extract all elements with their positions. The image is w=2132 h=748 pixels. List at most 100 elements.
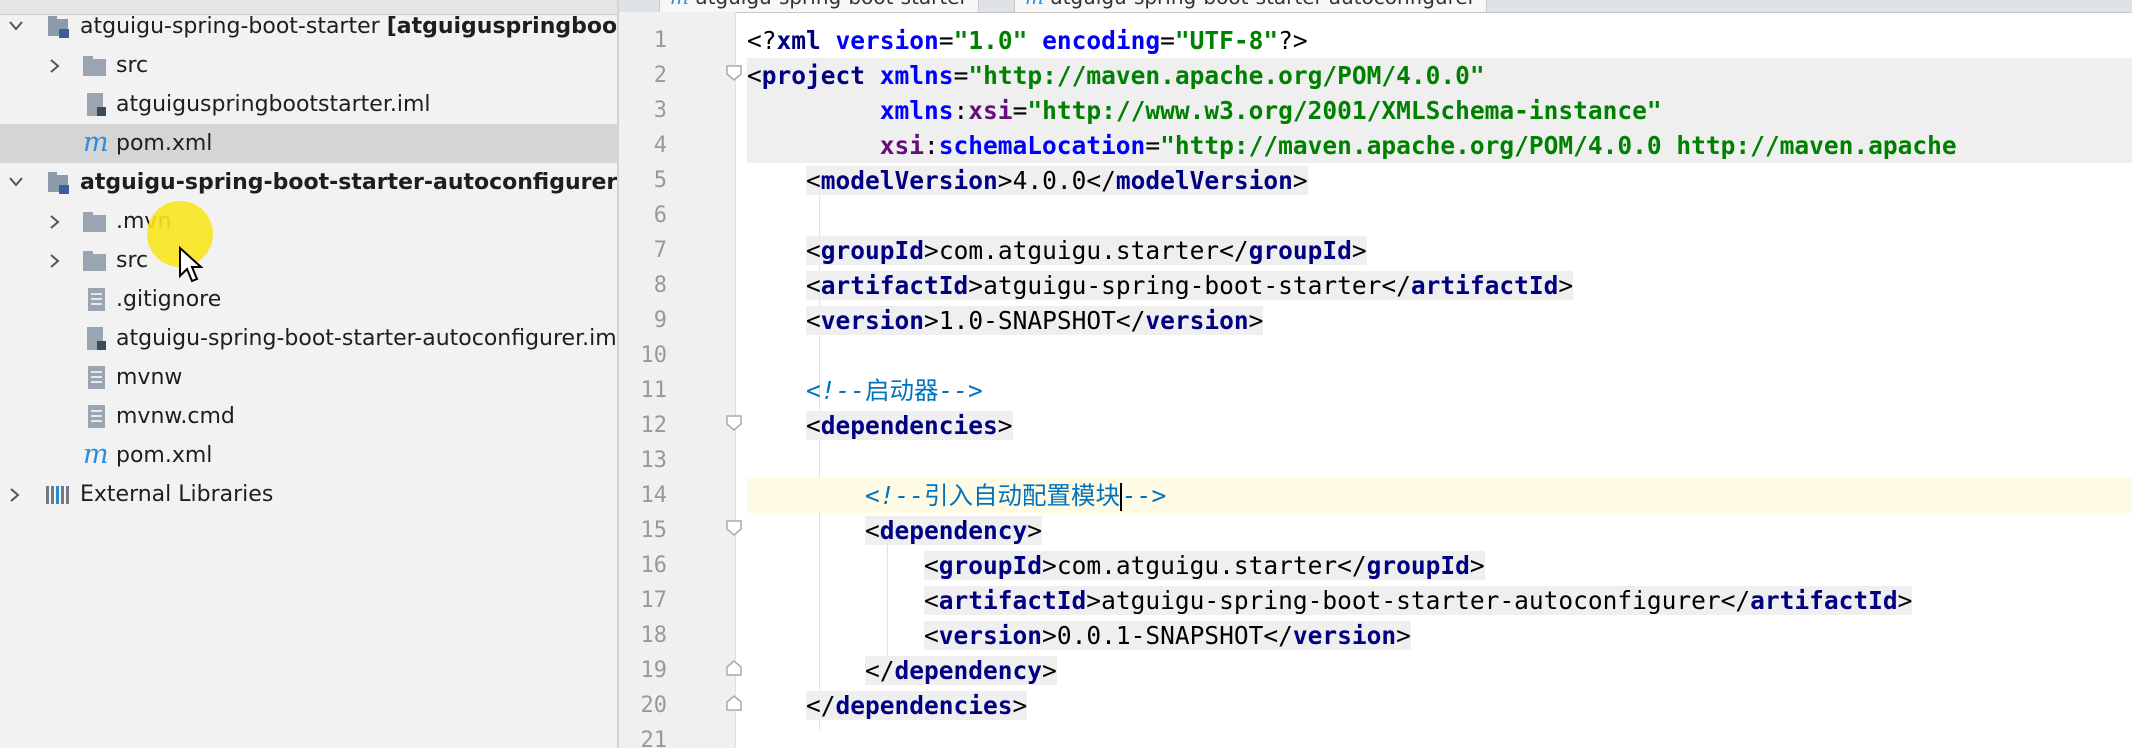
- chevron-right-icon[interactable]: [8, 487, 22, 502]
- tree-item-mvn-folder[interactable]: .mvn: [0, 202, 617, 241]
- line-number: 5: [653, 168, 667, 193]
- code-line-2[interactable]: <project xmlns="http://maven.apache.org/…: [747, 58, 2132, 93]
- line-number: 2: [653, 63, 667, 88]
- folder-icon: [82, 209, 108, 235]
- tree-item-label: External Libraries: [80, 482, 274, 507]
- fold-icon[interactable]: [725, 694, 743, 712]
- maven-icon: m: [83, 127, 109, 158]
- code-line-13[interactable]: [747, 443, 2132, 478]
- tree-item-label: pom.xml: [116, 443, 213, 468]
- module-icon: [46, 14, 72, 40]
- tree-item-iml[interactable]: atguigu-spring-boot-starter-autoconfigur…: [0, 319, 617, 358]
- line-number: 11: [640, 378, 668, 403]
- line-number: 20: [640, 693, 668, 718]
- tree-item-label: mvnw: [116, 365, 183, 390]
- line-number: 8: [653, 273, 667, 298]
- line-number: 10: [640, 343, 668, 368]
- line-number: 21: [640, 728, 668, 748]
- tab-label: atguigu-spring-boot-starter-autoconfigur…: [1050, 0, 1476, 9]
- file-icon: [84, 92, 110, 118]
- code-line-12[interactable]: <dependencies>: [747, 408, 2132, 443]
- line-number: 19: [640, 658, 668, 683]
- fold-icon[interactable]: [725, 659, 743, 677]
- fold-icon[interactable]: [725, 519, 743, 537]
- line-number: 9: [653, 308, 667, 333]
- maven-icon: m: [1025, 0, 1044, 9]
- tree-item-label: src: [116, 53, 149, 78]
- tree-item-iml[interactable]: atguiguspringbootstarter.iml: [0, 85, 617, 124]
- file-icon: [84, 287, 110, 313]
- line-number: 3: [653, 98, 667, 123]
- chevron-down-icon[interactable]: [8, 175, 23, 189]
- line-number: 4: [653, 133, 667, 158]
- tree-item-label: src: [116, 248, 149, 273]
- project-tree: atguigu-spring-boot-starter [atguiguspri…: [0, 0, 619, 748]
- code-line-1[interactable]: <?xml version="1.0" encoding="UTF-8"?>: [747, 23, 2132, 58]
- code-line-14[interactable]: <!--引入自动配置模块-->: [747, 478, 2132, 513]
- code-line-17[interactable]: <artifactId>atguigu-spring-boot-starter-…: [747, 583, 2132, 618]
- code-line-8[interactable]: <artifactId>atguigu-spring-boot-starter<…: [747, 268, 2132, 303]
- tree-item-pom-xml[interactable]: m pom.xml: [0, 436, 617, 475]
- tree-item-src[interactable]: src: [0, 241, 617, 280]
- tree-item-label: pom.xml: [116, 131, 213, 156]
- tree-item-label: atguigu-spring-boot-starter-autoconfigur…: [116, 326, 617, 351]
- line-number: 16: [640, 553, 668, 578]
- tree-item-module-starter[interactable]: atguigu-spring-boot-starter [atguiguspri…: [0, 7, 617, 46]
- tree-item-mvnw[interactable]: mvnw: [0, 358, 617, 397]
- code-line-6[interactable]: [747, 198, 2132, 233]
- maven-icon: m: [83, 439, 109, 470]
- tab-label: atguigu-spring-boot-starter: [695, 0, 967, 9]
- module-icon: [46, 170, 72, 196]
- chevron-down-icon[interactable]: [8, 19, 23, 33]
- fold-icon[interactable]: [725, 64, 743, 82]
- tree-item-label: atguigu-spring-boot-starter-autoconfigur…: [80, 170, 618, 195]
- fold-icon[interactable]: [725, 414, 743, 432]
- tree-item-external-libraries[interactable]: External Libraries: [0, 475, 617, 514]
- code-line-18[interactable]: <version>0.0.1-SNAPSHOT</version>: [747, 618, 2132, 653]
- line-number: 17: [640, 588, 668, 613]
- code-line-19[interactable]: </dependency>: [747, 653, 2132, 688]
- tree-item-label: mvnw.cmd: [116, 404, 235, 429]
- editor-tabs: m atguigu-spring-boot-starter m atguigu-…: [619, 0, 2132, 13]
- code-line-15[interactable]: <dependency>: [747, 513, 2132, 548]
- line-number: 15: [640, 518, 668, 543]
- folder-icon: [82, 53, 108, 79]
- chevron-right-icon[interactable]: [48, 58, 62, 73]
- code-line-20[interactable]: </dependencies>: [747, 688, 2132, 723]
- tree-item-mvnw-cmd[interactable]: mvnw.cmd: [0, 397, 617, 436]
- libraries-icon: [44, 482, 70, 508]
- tree-item-src[interactable]: src: [0, 46, 617, 85]
- maven-icon: m: [670, 0, 689, 9]
- line-number: 1: [653, 28, 667, 53]
- tab-autoconfigurer-pom[interactable]: m atguigu-spring-boot-starter-autoconfig…: [1014, 0, 1487, 13]
- tree-item-module-name: [atguiguspringboot: [386, 14, 619, 39]
- code-line-10[interactable]: [747, 338, 2132, 373]
- mouse-pointer-icon: [179, 246, 204, 283]
- tree-item-module-autoconfigurer[interactable]: atguigu-spring-boot-starter-autoconfigur…: [0, 163, 617, 202]
- line-number: 12: [640, 413, 668, 438]
- code-line-9[interactable]: <version>1.0-SNAPSHOT</version>: [747, 303, 2132, 338]
- tree-item-label: atguigu-spring-boot-starter: [80, 14, 380, 39]
- code-line-16[interactable]: <groupId>com.atguigu.starter</groupId>: [747, 548, 2132, 583]
- code-editor[interactable]: m atguigu-spring-boot-starter m atguigu-…: [619, 0, 2132, 748]
- file-icon: [84, 404, 110, 430]
- tree-item-label: .gitignore: [116, 287, 222, 312]
- line-number: 14: [640, 483, 668, 508]
- code-line-7[interactable]: <groupId>com.atguigu.starter</groupId>: [747, 233, 2132, 268]
- file-icon: [84, 365, 110, 391]
- tree-item-label: atguiguspringbootstarter.iml: [116, 92, 431, 117]
- chevron-right-icon[interactable]: [48, 214, 62, 229]
- line-number: 7: [653, 238, 667, 263]
- line-number: 13: [640, 448, 668, 473]
- code-line-4[interactable]: xsi:schemaLocation="http://maven.apache.…: [747, 128, 2132, 163]
- line-number: 18: [640, 623, 668, 648]
- file-icon: [84, 326, 110, 352]
- chevron-right-icon[interactable]: [48, 253, 62, 268]
- code-line-3[interactable]: xmlns:xsi="http://www.w3.org/2001/XMLSch…: [747, 93, 2132, 128]
- text-caret: [1120, 483, 1123, 511]
- tree-item-gitignore[interactable]: .gitignore: [0, 280, 617, 319]
- code-line-11[interactable]: <!--启动器-->: [747, 373, 2132, 408]
- code-line-5[interactable]: <modelVersion>4.0.0</modelVersion>: [747, 163, 2132, 198]
- folder-icon: [82, 248, 108, 274]
- tree-item-pom-xml[interactable]: m pom.xml: [0, 124, 617, 163]
